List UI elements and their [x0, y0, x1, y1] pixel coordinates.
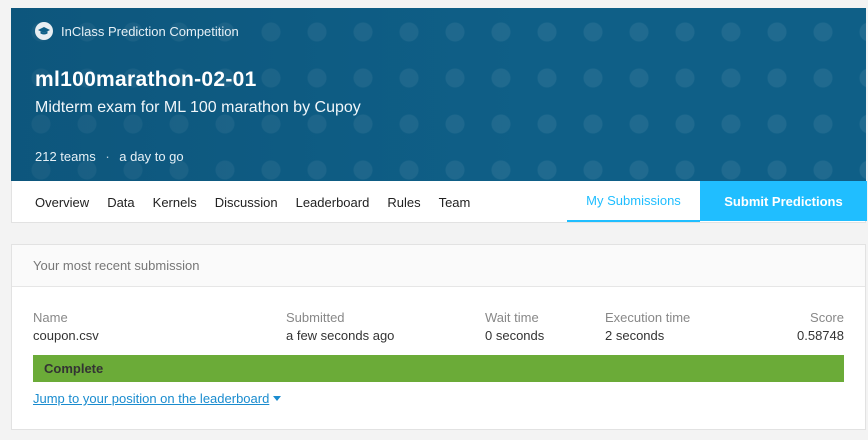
name-label: Name	[33, 310, 68, 325]
score-value: 0.58748	[797, 328, 844, 343]
wait-time-value: 0 seconds	[485, 328, 545, 343]
competition-subtitle: Midterm exam for ML 100 marathon by Cupo…	[35, 99, 361, 116]
execution-time-column: Execution time 2 seconds	[605, 310, 690, 343]
wait-time-column: Wait time 0 seconds	[485, 310, 544, 343]
file-name: coupon.csv	[33, 328, 99, 343]
jump-to-leaderboard-link[interactable]: Jump to your position on the leaderboard	[33, 391, 282, 406]
tab-rules[interactable]: Rules	[387, 195, 420, 210]
team-count: 212 teams	[35, 149, 96, 164]
nav-tabs: Overview Data Kernels Discussion Leaderb…	[35, 181, 488, 223]
graduation-cap-icon	[35, 22, 53, 40]
deadline: a day to go	[119, 149, 184, 164]
meta-separator: ·	[105, 149, 110, 164]
competition-header: InClass Prediction Competition ml100mara…	[11, 8, 866, 181]
tab-my-submissions[interactable]: My Submissions	[567, 181, 700, 222]
competition-meta: 212 teams · a day to go	[35, 149, 184, 164]
score-label: Score	[810, 310, 844, 325]
submitted-value: a few seconds ago	[286, 328, 395, 343]
execution-time-value: 2 seconds	[605, 328, 665, 343]
tab-team[interactable]: Team	[439, 195, 471, 210]
competition-type: InClass Prediction Competition	[35, 22, 239, 40]
competition-type-label: InClass Prediction Competition	[61, 23, 239, 39]
tab-leaderboard[interactable]: Leaderboard	[296, 195, 370, 210]
recent-submission-card: Your most recent submission Name coupon.…	[11, 244, 866, 430]
tab-overview[interactable]: Overview	[35, 195, 89, 210]
card-title: Your most recent submission	[12, 245, 865, 287]
submitted-label: Submitted	[286, 310, 345, 325]
name-column: Name coupon.csv	[33, 310, 99, 343]
wait-time-label: Wait time	[485, 310, 539, 325]
competition-title: ml100marathon-02-01	[35, 68, 257, 91]
score-column: Score 0.58748	[797, 310, 844, 343]
tab-data[interactable]: Data	[107, 195, 134, 210]
status-complete-bar: Complete	[33, 355, 844, 382]
jump-link-label[interactable]: Jump to your position on the leaderboard	[33, 391, 269, 406]
submit-predictions-button[interactable]: Submit Predictions	[700, 181, 867, 221]
submission-details: Name coupon.csv Submitted a few seconds …	[12, 287, 865, 343]
competition-nav: Overview Data Kernels Discussion Leaderb…	[11, 181, 867, 223]
execution-time-label: Execution time	[605, 310, 691, 325]
submitted-column: Submitted a few seconds ago	[286, 310, 394, 343]
tab-discussion[interactable]: Discussion	[215, 195, 278, 210]
tab-kernels[interactable]: Kernels	[153, 195, 197, 210]
caret-down-icon[interactable]	[273, 396, 282, 401]
